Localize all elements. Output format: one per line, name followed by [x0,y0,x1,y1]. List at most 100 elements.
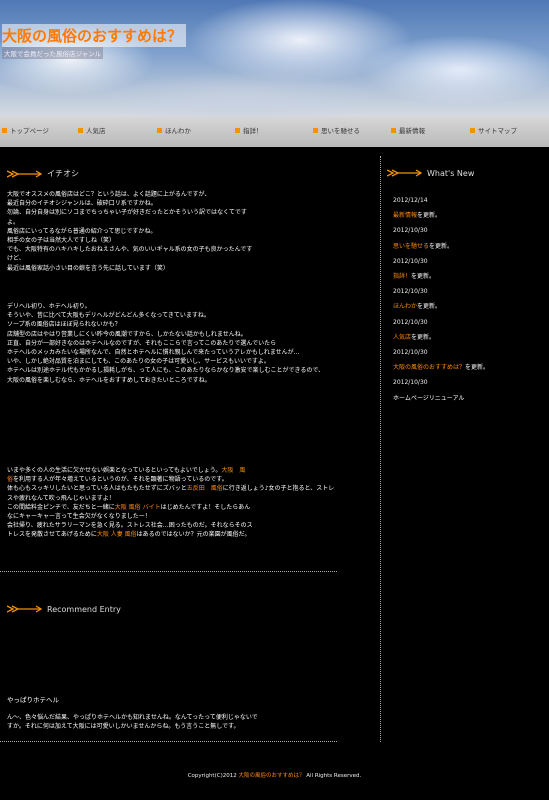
arrow-right-icon [7,605,43,613]
text-line: いまや多くの人の生活に欠かせない娯楽となっているといってもよいでしょう。大阪 風 [7,466,337,475]
news-date: 2012/10/30 [393,227,428,235]
text-line: すか。それに何は加えて大阪には可愛いしかいませんからね。もう言うこと無しです。 [7,723,240,731]
news-link[interactable]: 人気店 [393,334,411,341]
nav-item-top[interactable]: トップページ [2,125,49,135]
text-line: 体も心もスッキリしたいと思っている人はもたもたせずにズバッと五反田 風俗に行き返… [7,484,337,502]
news-item: 人気店を更新。 [393,330,489,345]
section-heading-recommend: Recommend Entry [7,604,121,614]
text-line: デリヘル初り、ホテヘル初り。 [7,303,91,310]
text-line: ホテヘルのメッカみたいな場所なんで、自然とホテヘルに慣れ親しんで来たっていうアレ… [7,349,300,357]
text-line: そういや、昔に比べて大阪もデリヘルがどんどん多くなってきていますね。 [7,312,210,320]
text-line: 店舗型の店はやはり営業しにくい昨今の風潮ですから、しかたない話かもしれませんね。 [7,330,247,338]
copyright-text: Copyright(C)2012 [187,773,239,779]
news-link[interactable]: ほんわか [393,303,417,310]
text: いまや多くの人の生活に欠かせない娯楽となっているといってもよいでしょう。 [7,467,222,474]
text-line: この間給料金ピンチで、友だちと一緒に大阪 風俗 バイトはじめたんですよ！そしたら… [7,503,337,512]
nav-item-news[interactable]: 最新情報 [391,125,425,135]
divider [0,571,337,572]
text: を利用する人が年々増えているというのが、それを顕著に物語っているのです。 [13,476,228,484]
nav-item-omoi[interactable]: 思いを馳せる [313,125,360,135]
sidebar-title: What's New [427,168,475,178]
nav-bar: トップページ 人気店 ほんわか 指詳！ 思いを馳せる 最新情報 サイトマップ [0,116,549,147]
news-item: ほんわかを更新。 [393,299,489,314]
news-list: 2012/12/14 最新情報を更新。 2012/10/30 思いを馳せるを更新… [393,193,489,406]
text-line: 風俗店にいってるながら普通の紹介って思じですかね。 [7,227,157,235]
bullet-square-icon [2,127,7,133]
news-link[interactable]: 最新情報 [393,212,417,219]
nav-item-sitemap[interactable]: サイトマップ [470,125,517,135]
news-link[interactable]: 大阪の風俗のおすすめは？ [393,364,465,371]
text-line: ソープ系の風俗店はほぼ見られないかも？ [7,321,121,329]
nav-item-honwaka[interactable]: ほんわか [157,125,191,135]
news-date: 2012/10/30 [393,379,428,387]
bullet-square-icon [470,127,475,133]
news-tail: を更新。 [465,364,490,372]
text-line: でも、大阪特有のハキハキしたおねえさんや、気のいいギャル系の女の子も良かったんで… [7,246,253,254]
paragraph-2: デリヘル初り、ホテヘル初り。 そういや、昔に比べて大阪もデリヘルがどんどん多くな… [7,302,337,385]
news-tail: を更新。 [417,303,442,311]
section-title: イチオシ [47,169,79,178]
news-link[interactable]: 指詳！ [393,273,411,280]
arrow-right-icon [387,169,423,177]
footer-site-link[interactable]: 大阪の風俗のおすすめは？ [238,773,304,779]
bullet-square-icon [157,127,162,133]
divider [0,741,337,742]
text-line: ん～、色々悩んだ結果、やっぱりホテヘルかも知れませんね。なんてったって便利じゃな… [7,714,258,721]
entry-text: ん～、色々悩んだ結果、やっぱりホテヘルかも知れませんね。なんてったって便利じゃな… [7,713,342,731]
text-line: 正直、自分が一部好きなのはホテヘルなのですが、それもここらで言ってこのあたりで選… [7,339,277,347]
news-item: 最新情報を更新。 [393,208,489,223]
bullet-square-icon [313,127,318,133]
text-line: 最近は風俗家話小さい目の娘を言う先に話しています（笑） [7,264,169,272]
text-line: 俗を利用する人が年々増えているというのが、それを顕著に物語っているのです。 [7,475,337,484]
text-line: 大阪でオススメの風俗店はどこ？という話は、よく話題に上がるんですが、 [7,191,211,198]
text-line: 勿論、自分自身は別にソコまでちっちゃい子が好きだったとかそういう訳ではなくてです [7,209,247,217]
text-line: なにキャーキャー言って生会欠がなくなりましたー！ [7,513,151,521]
text-line: いや、しかし絶対品質を泊まにしても、このあたりの女の子は可愛いし、サービスもいい… [7,358,270,366]
footer-copyright: Copyright(C)2012 大阪の風俗のおすすめは？ All Rights… [0,771,549,779]
bullet-square-icon [391,127,396,133]
news-item: 大阪の風俗のおすすめは？を更新。 [393,360,489,375]
keyword-link[interactable]: 大阪 人妻 風俗 [97,531,137,538]
header-banner: 大阪の風俗のおすすめは？ 大阪で会員だった風俗店ジャンル [0,0,549,116]
paragraph-1: 大阪でオススメの風俗店はどこ？という話は、よく話題に上がるんですが、 最近自分の… [7,190,337,273]
text-line: よ。 [7,218,20,226]
text: トレスを発散させてあげるために [7,531,97,539]
news-date: 2012/10/30 [393,349,428,357]
text-line: 相手の女の子は当然大人ですしね（笑） [7,237,116,245]
nav-item-shisho[interactable]: 指詳！ [235,125,263,135]
bullet-square-icon [235,127,240,133]
news-date: 2012/10/30 [393,288,428,296]
text-line: 大阪の風俗を楽しむなら、ホテヘルをおすすめしておきたいところですね。 [7,376,211,384]
text: この間給料金ピンチで、友だちと一緒に [7,503,115,511]
site-subtitle: 大阪で会員だった風俗店ジャンル [2,47,104,59]
section-title: Recommend Entry [47,604,121,614]
text-line: 最近自分のイチオシジャンルは、破砕口リ系ですかね。 [7,200,157,208]
text-line: 会社帰り、疲れたサラリーマンを急く見る。ストレス社会…困ったものだ。それならその… [7,522,253,530]
paragraph-3: いまや多くの人の生活に欠かせない娯楽となっているといってもよいでしょう。大阪 風… [7,466,337,540]
news-date: 2012/10/30 [393,257,428,265]
section-heading-whats-new: What's New [387,168,474,178]
site-title[interactable]: 大阪の風俗のおすすめは？ [2,24,187,47]
news-item: 指詳！を更新。 [393,269,489,284]
copyright-text: All Rights Reserved. [304,773,362,779]
news-tail: ホームページリニューアル [393,394,465,402]
text: はあるのではないか？元の楽園が風俗だ。 [136,531,251,539]
news-link[interactable]: 思いを馳せる [393,243,429,250]
news-item: 思いを馳せるを更新。 [393,239,489,254]
keyword-link[interactable]: 大阪 風俗 バイト [115,504,161,511]
keyword-link[interactable]: 大阪 風 [221,467,245,474]
news-tail: を更新。 [429,242,454,250]
news-tail: を更新。 [411,273,436,281]
keyword-link[interactable]: 五反田 風俗 [187,485,223,492]
text-line: トレスを発散させてあげるために大阪 人妻 風俗はあるのではないか？元の楽園が風俗… [7,530,337,539]
arrow-right-icon [7,169,43,178]
news-date: 2012/10/30 [393,318,428,326]
bullet-square-icon [78,127,83,133]
news-tail: を更新。 [411,333,436,341]
text: 体も心もスッキリしたいと思っている人はもたもたせずにズバッと [7,485,187,493]
nav-item-popular[interactable]: 人気店 [78,125,106,135]
text-line: ホテヘルは別途ホテル代もかかるし損耗しがち、って人にも、このあたりならかなり激安… [7,367,325,375]
text: はじめたんですよ！そしたらあん [160,503,251,511]
news-date: 2012/12/14 [393,197,428,204]
entry-title[interactable]: やっぱりホテヘル [7,696,337,705]
